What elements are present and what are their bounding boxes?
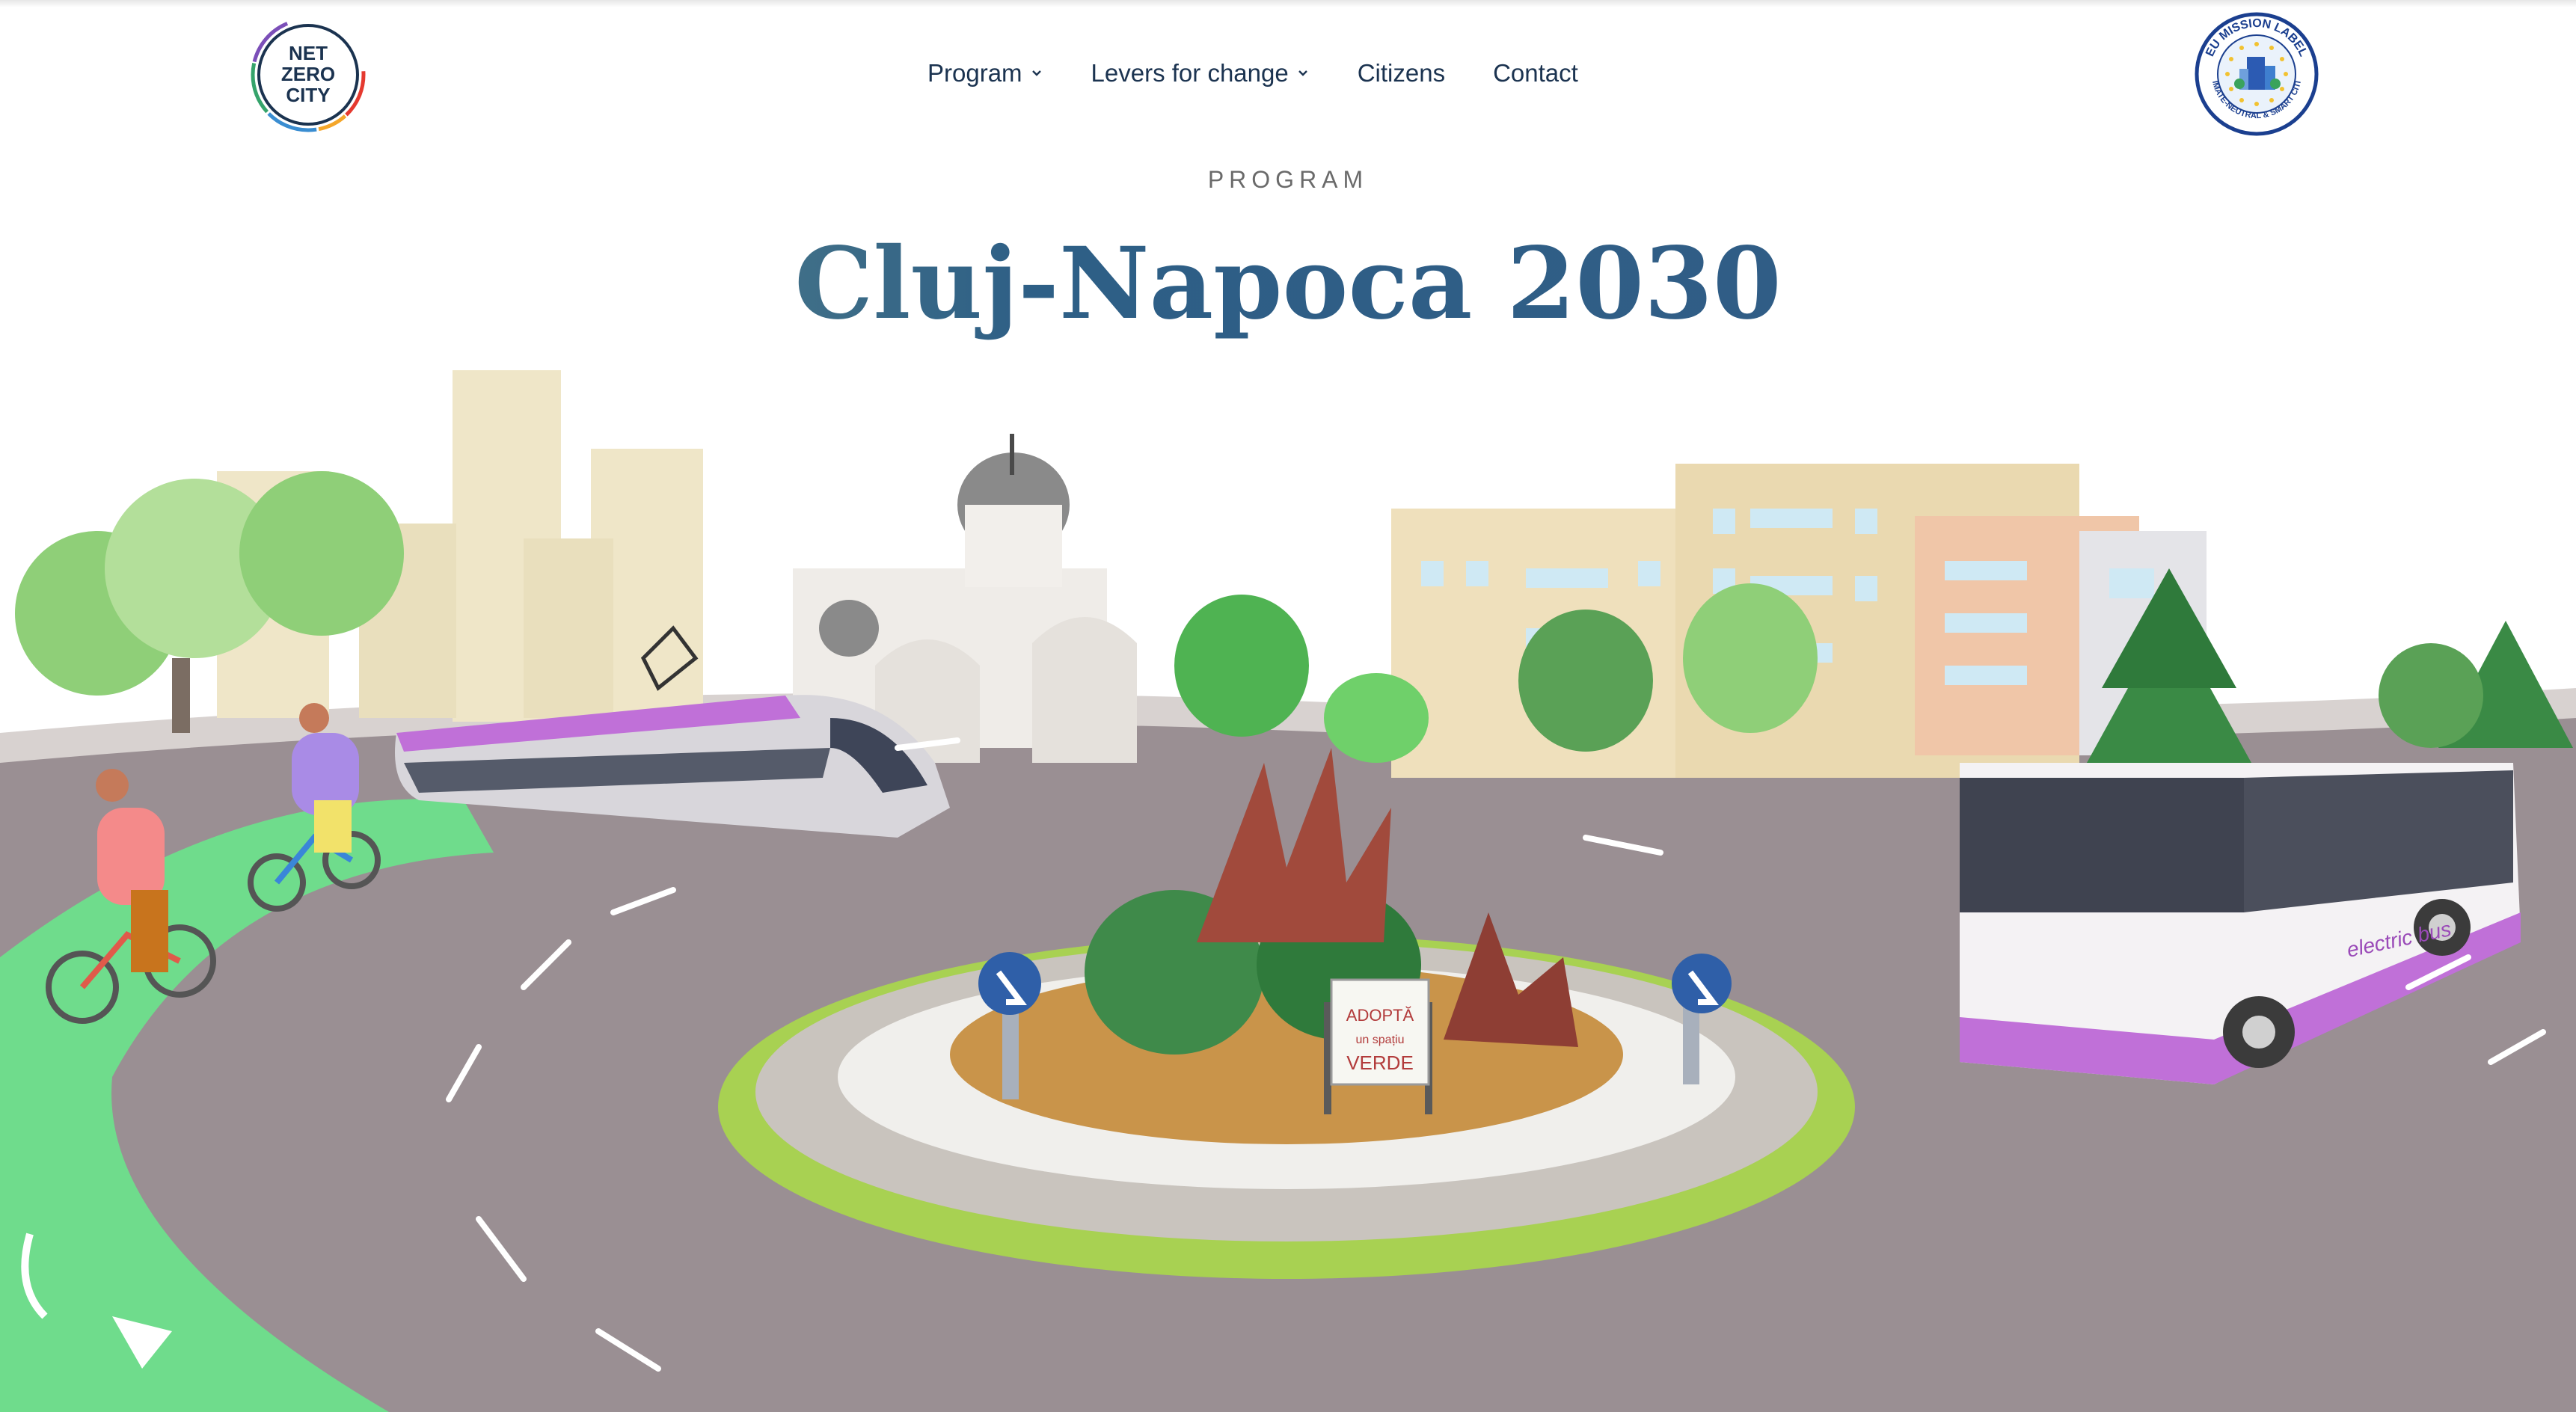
nav-label-program: Program — [927, 59, 1022, 87]
nav-label-citizens: Citizens — [1357, 59, 1446, 87]
logo-line-2: ZERO — [281, 63, 335, 85]
trees-left — [15, 471, 404, 733]
nav-item-program[interactable]: Program — [927, 59, 1043, 88]
main-nav: Program Levers for change Citizens Conta… — [927, 52, 1626, 94]
sign-line-2: un spațiu — [1356, 1034, 1405, 1046]
city-roundabout-illustration: ADOPTĂ un spațiu VERDE electric bus — [0, 370, 2576, 1412]
page-title: Cluj-Napoca 2030 — [0, 224, 2576, 344]
nav-label-levers: Levers for change — [1091, 59, 1289, 87]
nav-item-contact[interactable]: Contact — [1493, 59, 1578, 88]
top-shadow — [0, 0, 2576, 7]
logo-line-3: CITY — [286, 84, 330, 106]
chevron-down-icon — [1298, 70, 1307, 76]
nav-item-citizens[interactable]: Citizens — [1358, 59, 1445, 88]
page-eyebrow: PROGRAM — [1207, 166, 1369, 193]
logo-line-1: NET — [289, 42, 328, 64]
nav-label-contact: Contact — [1493, 59, 1578, 87]
nav-item-levers[interactable]: Levers for change — [1091, 59, 1310, 88]
eu-mission-label-logo[interactable]: EU MISSION LABEL CLIMATE-NEUTRAL & SMART… — [2193, 10, 2320, 138]
page: NET ZERO CITY Program Levers for change … — [0, 0, 2576, 1412]
sign-line-3: VERDE — [1346, 1052, 1414, 1074]
chevron-down-icon — [1031, 70, 1041, 76]
sign-line-1: ADOPTĂ — [1346, 1006, 1414, 1025]
netzerocity-logo[interactable]: NET ZERO CITY — [248, 15, 368, 135]
